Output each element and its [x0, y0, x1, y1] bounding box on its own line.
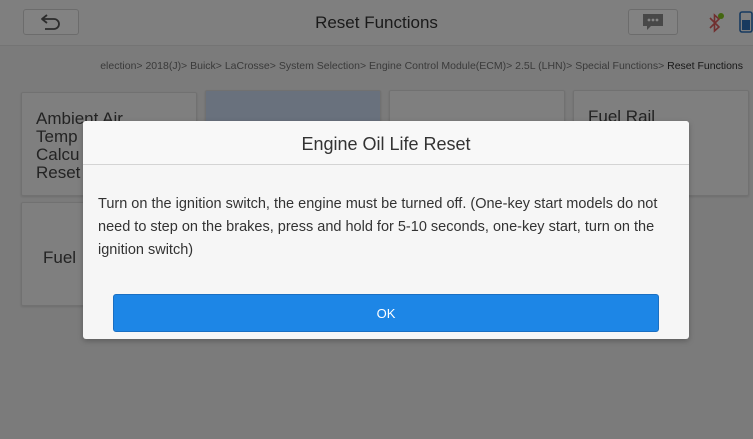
- dialog-title: Engine Oil Life Reset: [83, 121, 689, 165]
- engine-oil-life-reset-dialog: Engine Oil Life Reset Turn on the igniti…: [83, 121, 689, 339]
- ok-button[interactable]: OK: [113, 294, 659, 332]
- dialog-message: Turn on the ignition switch, the engine …: [98, 196, 658, 258]
